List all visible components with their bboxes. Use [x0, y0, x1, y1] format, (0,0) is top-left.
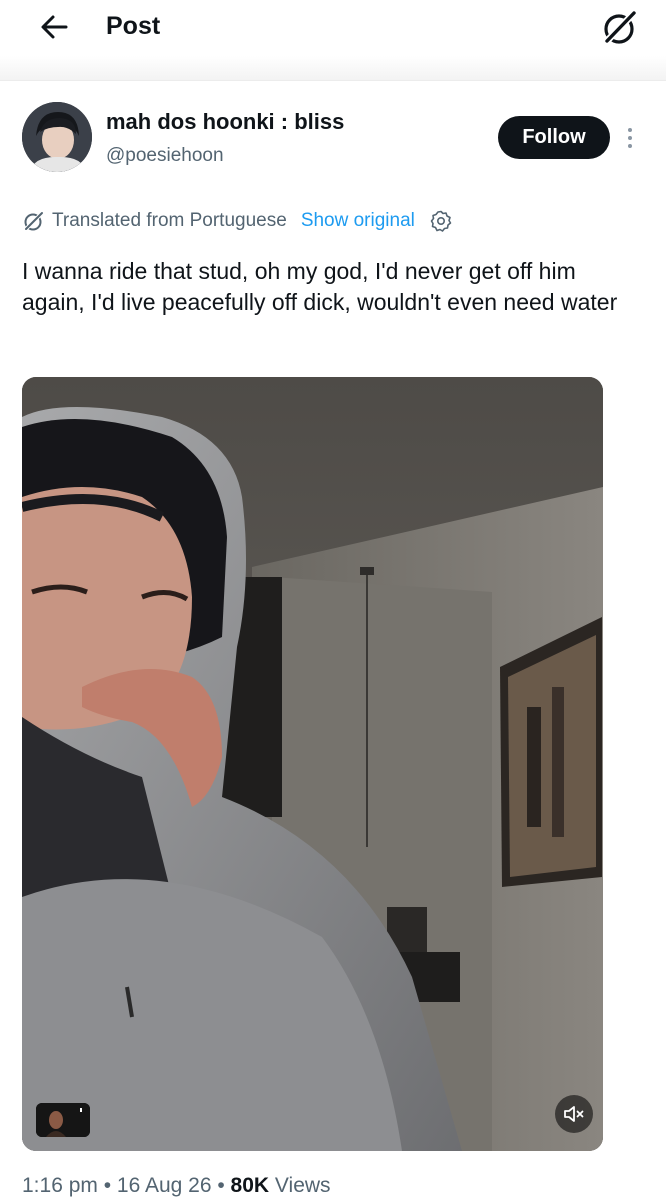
translation-row: Translated from Portuguese Show original: [22, 207, 453, 235]
volume-muted-icon: [564, 1106, 584, 1122]
more-vertical-icon: [628, 128, 632, 132]
top-bar: Post: [0, 0, 666, 81]
gear-icon[interactable]: [429, 209, 453, 233]
picture-in-picture-thumbnail[interactable]: [36, 1103, 90, 1137]
more-options-button[interactable]: [620, 124, 640, 152]
video-player[interactable]: [22, 377, 603, 1151]
translated-label: Translated from Portuguese: [52, 210, 287, 231]
views-label: Views: [274, 1174, 331, 1197]
post-meta: 1:16 pm • 16 Aug 26 • 80K Views: [22, 1172, 331, 1200]
back-button[interactable]: [36, 10, 76, 44]
page-title: Post: [106, 12, 161, 40]
grok-translate-icon: [23, 211, 44, 232]
post-date[interactable]: 16 Aug 26: [117, 1174, 212, 1197]
grok-button[interactable]: [600, 9, 638, 47]
mute-toggle-button[interactable]: [555, 1095, 593, 1133]
avatar[interactable]: [22, 102, 92, 172]
meta-separator: •: [97, 1174, 117, 1197]
author-handle[interactable]: @poesiehoon: [106, 144, 224, 168]
thumbnail-image: [36, 1103, 90, 1137]
video-frame: [22, 377, 603, 1151]
post-time[interactable]: 1:16 pm: [22, 1174, 98, 1197]
avatar-image: [22, 102, 92, 172]
follow-button[interactable]: Follow: [498, 116, 610, 159]
show-original-link[interactable]: Show original: [301, 207, 415, 235]
meta-separator-2: •: [211, 1174, 231, 1197]
post-text: I wanna ride that stud, oh my god, I'd n…: [22, 258, 618, 315]
author-display-name[interactable]: mah dos hoonki : bliss: [106, 108, 344, 136]
arrow-left-icon: [41, 15, 68, 39]
grok-icon: [603, 11, 636, 45]
views-count: 80K: [230, 1174, 270, 1197]
